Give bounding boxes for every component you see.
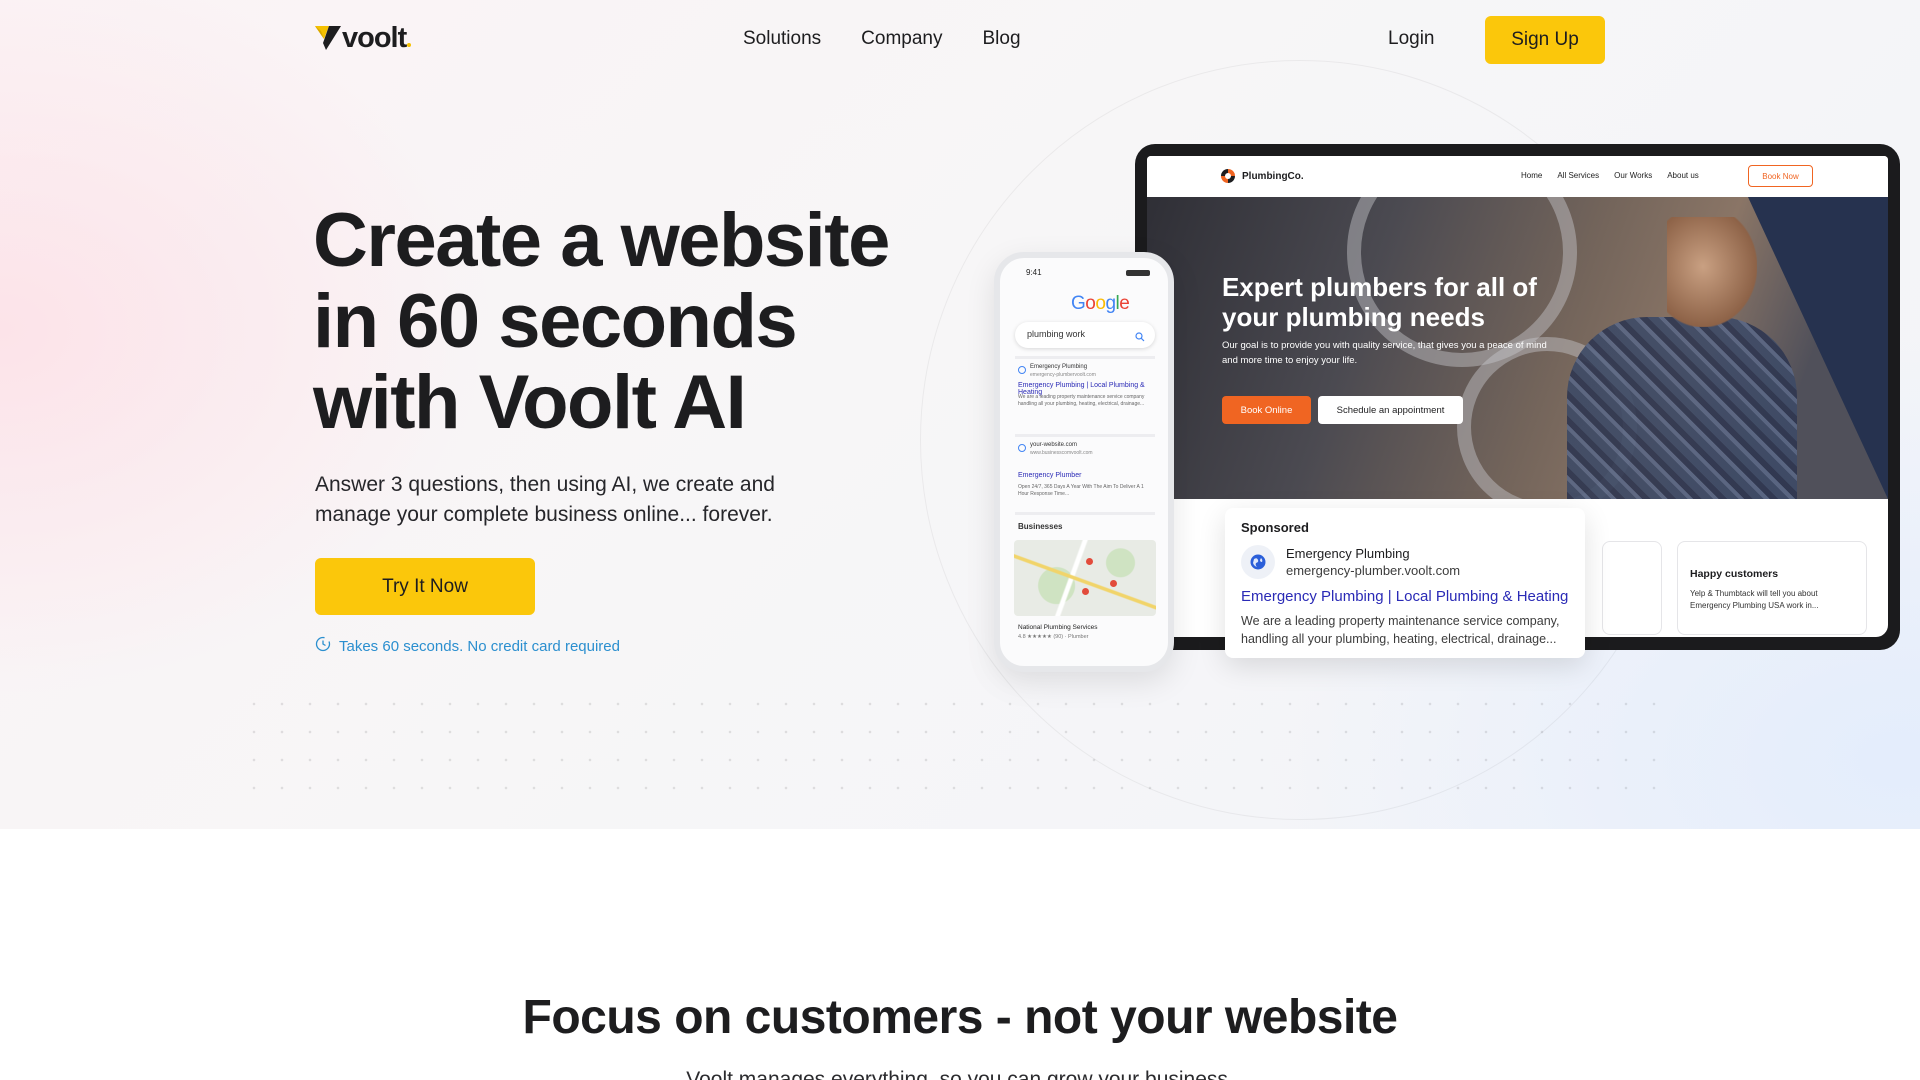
mock-site-logo-text: PlumbingCo.: [1242, 170, 1304, 182]
mock-site-title: Expert plumbers for all of your plumbing…: [1222, 272, 1537, 332]
mock-schedule-button: Schedule an appointment: [1318, 396, 1463, 424]
phone-business-rating: 4.8 ★★★★★ (90) · Plumber: [1018, 634, 1089, 640]
nav-solutions[interactable]: Solutions: [743, 28, 821, 50]
section-subtitle: Voolt manages everything, so you can gro…: [686, 1068, 1234, 1080]
sponsored-label: Sponsored: [1241, 520, 1309, 535]
phone-result-link: Emergency Plumber: [1018, 472, 1082, 479]
mock-nav-works: Our Works: [1614, 171, 1653, 180]
sponsored-url: emergency-plumber.voolt.com: [1286, 563, 1461, 578]
phone-business-name: National Plumbing Services: [1018, 624, 1098, 631]
sponsored-headline-link[interactable]: Emergency Plumbing | Local Plumbing & He…: [1241, 588, 1568, 605]
phone-separator: [1015, 512, 1155, 515]
mock-site-description: Our goal is to provide you with quality …: [1222, 340, 1547, 366]
phone-search-bar: plumbing work: [1015, 322, 1155, 348]
phone-mockup: 9:41 Google plumbing work Emergency Plum…: [994, 252, 1174, 672]
globe-icon: [1018, 444, 1026, 452]
sponsored-business-name: Emergency Plumbing: [1286, 546, 1410, 561]
google-logo: Google: [1071, 293, 1130, 314]
voolt-logo[interactable]: voolt: [315, 21, 412, 54]
map-pin-icon: [1082, 588, 1089, 595]
mock-happy-customers-card: Happy customers Yelp & Thumbtack will te…: [1677, 541, 1867, 635]
mock-card-text: Yelp & Thumbtack will tell you about Eme…: [1690, 589, 1819, 610]
hero-title-line: with Voolt AI: [313, 360, 747, 445]
phone-result-url: www.businesscomvoolt.com: [1030, 450, 1093, 456]
mock-site-hero-image: Expert plumbers for all of your plumbing…: [1147, 197, 1888, 499]
plumber-head: [1667, 217, 1757, 327]
hero-note: Takes 60 seconds. No credit card require…: [315, 636, 620, 657]
dot-pattern: [240, 690, 1680, 800]
note-text: Takes 60 seconds. No credit card require…: [339, 638, 620, 655]
mock-card: [1602, 541, 1662, 635]
try-it-now-button[interactable]: Try It Now: [315, 558, 535, 615]
logo-text: voolt: [342, 21, 407, 54]
plumbingco-logo-icon: [1221, 169, 1235, 183]
mock-book-online-button: Book Online: [1222, 396, 1311, 424]
globe-icon: [1241, 545, 1275, 579]
sponsored-description: We are a leading property maintenance se…: [1241, 614, 1560, 646]
voolt-v-icon: [315, 25, 341, 51]
logo-dot: [407, 43, 412, 47]
mock-site-logo: PlumbingCo.: [1220, 168, 1304, 184]
search-icon: [1135, 329, 1145, 347]
clock-icon: [315, 636, 331, 657]
nav-company[interactable]: Company: [861, 28, 942, 50]
phone-result-desc: We are a leading property maintenance se…: [1018, 394, 1145, 407]
hero-title-line: Create a website: [313, 198, 890, 283]
mock-site-links: Home All Services Our Works About us: [1521, 171, 1699, 180]
sponsored-ad-card: Sponsored Emergency Plumbing emergency-p…: [1225, 508, 1585, 658]
phone-result-name: your-website.com: [1030, 442, 1078, 448]
mock-book-now-button: Book Now: [1748, 165, 1813, 187]
blue-wedge: [1748, 197, 1888, 499]
nav-blog[interactable]: Blog: [983, 28, 1021, 50]
globe-icon: [1018, 366, 1026, 374]
mock-nav-home: Home: [1521, 171, 1543, 180]
map-pin-icon: [1086, 558, 1093, 565]
phone-separator: [1015, 356, 1155, 359]
map-pin-icon: [1110, 580, 1117, 587]
mock-card-title: Happy customers: [1690, 568, 1779, 580]
phone-status-icons: [1126, 270, 1150, 276]
sign-up-button[interactable]: Sign Up: [1485, 16, 1605, 64]
mock-site-nav: PlumbingCo. Home All Services Our Works …: [1147, 156, 1888, 197]
mock-nav-about: About us: [1667, 171, 1699, 180]
login-link[interactable]: Login: [1388, 28, 1435, 50]
phone-time: 9:41: [1026, 268, 1042, 277]
hero-title-line: in 60 seconds: [313, 279, 798, 364]
phone-result-desc: Open 24/7, 365 Days A Year With The Aim …: [1018, 484, 1144, 497]
phone-businesses-label: Businesses: [1018, 522, 1063, 531]
mock-nav-services: All Services: [1557, 171, 1600, 180]
hero-subtitle: Answer 3 questions, then using AI, we cr…: [315, 473, 775, 526]
main-nav: Solutions Company Blog: [743, 28, 1021, 50]
top-nav: voolt Solutions Company Blog Login Sign …: [0, 0, 1920, 80]
phone-result-url: emergency-plumbervoolt.com: [1030, 372, 1096, 378]
hero-title: Create a website in 60 seconds with Vool…: [313, 200, 933, 443]
phone-map: [1014, 540, 1156, 616]
phone-result-name: Emergency Plumbing: [1030, 364, 1088, 370]
phone-separator: [1015, 434, 1155, 437]
phone-search-query: plumbing work: [1027, 329, 1086, 339]
section-title: Focus on customers - not your website: [522, 991, 1398, 1044]
